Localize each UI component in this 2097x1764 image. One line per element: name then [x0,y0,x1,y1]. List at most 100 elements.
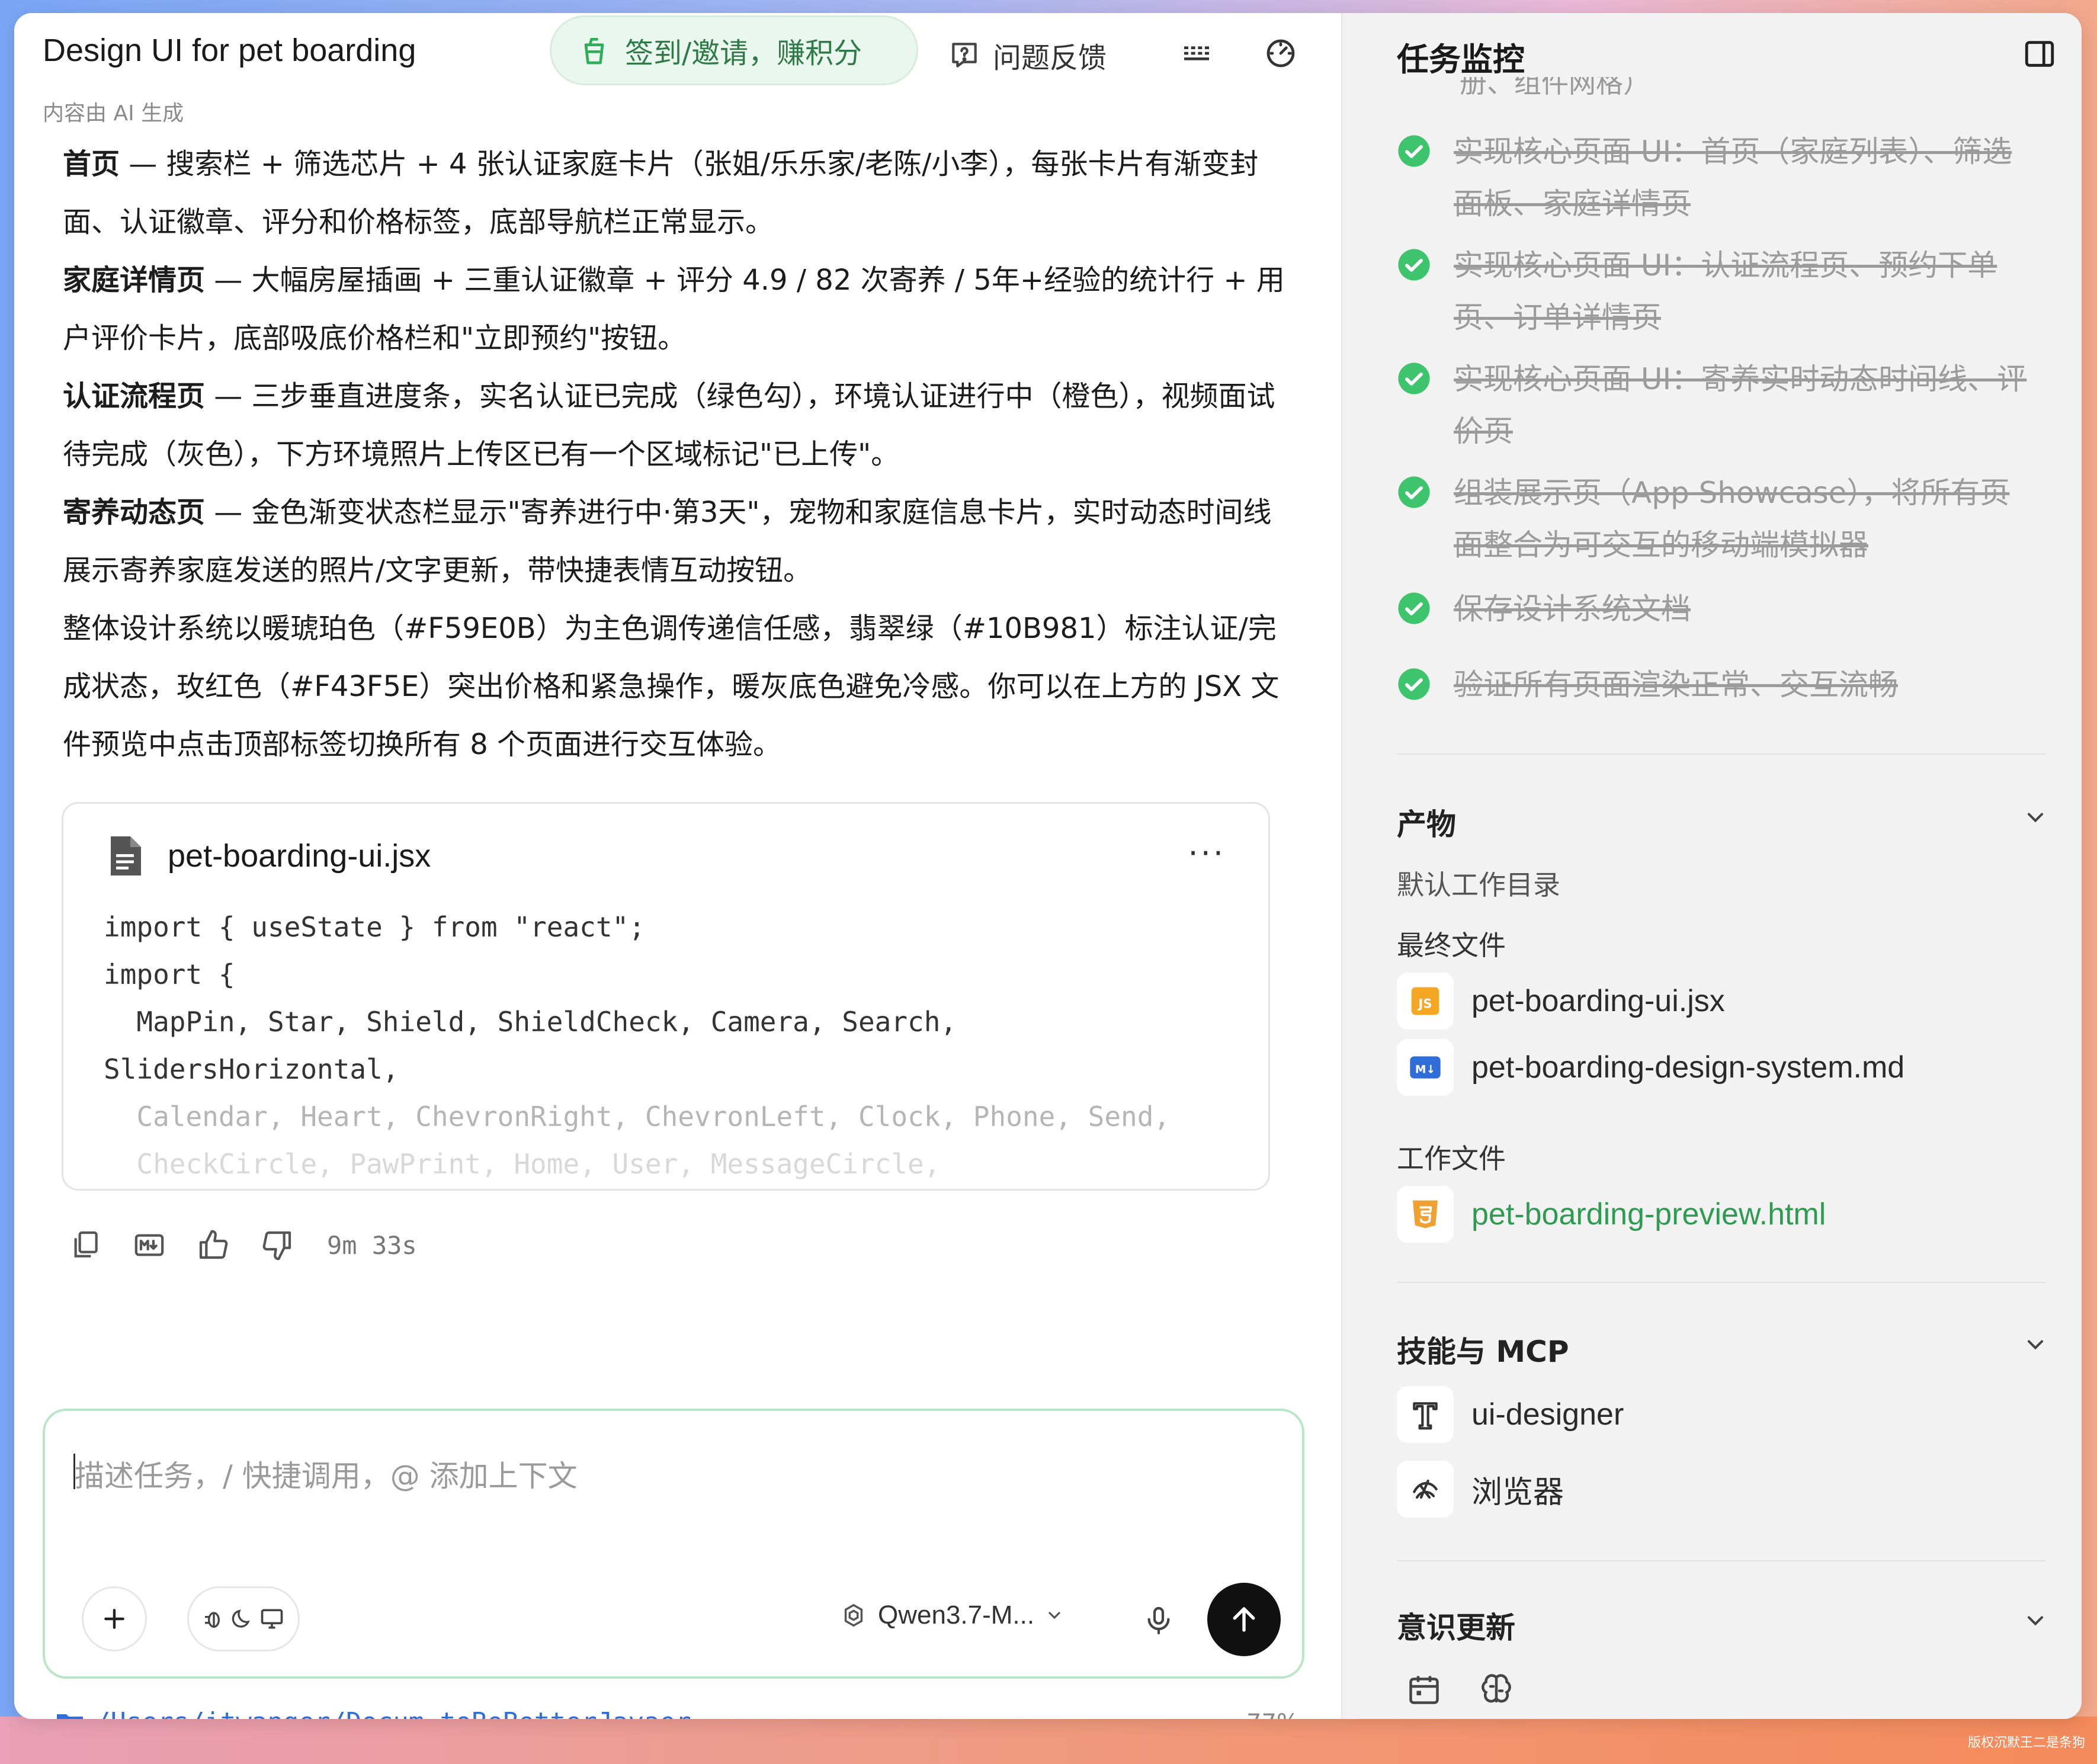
file-card-name: pet-boarding-ui.jsx [168,838,431,874]
assistant-message: 首页 — 搜索栏 + 筛选芯片 + 4 张认证家庭卡片（张姐/乐乐家/老陈/小李… [63,135,1295,774]
code-preview: import { useState } from "react"; import … [104,903,1245,1188]
panel-toggle-icon[interactable] [2022,37,2057,71]
file-name: pet-boarding-design-system.md [1471,1050,1905,1085]
model-selector[interactable]: Qwen3.7-M... [840,1601,1064,1630]
task-item: 实现核心页面 UI：寄养实时动态时间线、评价页 [1397,353,2034,457]
svg-text:M↓: M↓ [1415,1063,1435,1076]
desktop-background [0,1717,2097,1764]
code-line: SlidersHorizontal, [104,1053,399,1085]
feedback-button[interactable]: 问题反馈 [948,34,1107,76]
browser-icon [1413,1479,1438,1499]
chevron-down-icon[interactable] [2022,1608,2048,1634]
chevron-down-icon [1048,1612,1060,1619]
file-icon-box: JS [1397,973,1454,1029]
send-button[interactable] [1207,1583,1281,1656]
thumbs-down-icon[interactable] [261,1229,294,1262]
skill-name: 浏览器 [1471,1475,1564,1510]
paragraph-heading: 首页 [63,147,120,181]
task-item: 验证所有页面渲染正常、交互流畅 [1397,659,2034,711]
message-paragraph: 整体设计系统以暖琥珀色（#F59E0B）为主色调传递信任感，翡翠绿（#10B98… [63,599,1295,774]
task-item-partial: 册、组件网格） [1460,77,1650,95]
monitor-icon [261,1609,283,1629]
task-item: 实现核心页面 UI：首页（家庭列表）、筛选面板、家庭详情页 [1397,126,2034,230]
skill-icon-box [1397,1386,1454,1443]
message-paragraph: 寄养动态页 — 金色渐变状态栏显示"寄养进行中·第3天"，宠物和家庭信息卡片，实… [63,483,1295,599]
microphone-icon[interactable] [1142,1603,1175,1638]
feedback-label: 问题反馈 [993,41,1107,75]
file-preview-card[interactable]: pet-boarding-ui.jsx ··· import { useStat… [62,802,1270,1191]
code-line: import { useState } from "react"; [104,911,645,943]
skills-section-title[interactable]: 技能与 MCP [1397,1328,1569,1371]
workspace-path[interactable]: /Users/itwanger/Docum…toBeBetterJavaer [56,1707,691,1719]
bug-icon [205,1612,220,1628]
calendar-icon[interactable] [1406,1672,1442,1707]
copy-icon[interactable] [69,1229,102,1262]
more-options-button[interactable]: ··· [1188,835,1226,872]
file-icon-box [1397,1186,1454,1243]
message-actions: 9m 33s [69,1229,417,1262]
message-paragraph: 认证流程页 — 三步垂直进度条，实名认证已完成（绿色勾），环境认证进行中（橙色）… [63,367,1295,483]
markdown-icon[interactable] [133,1229,166,1262]
artifacts-section-title[interactable]: 产物 [1397,801,1456,843]
skill-item-browser[interactable]: 浏览器 [1397,1461,1564,1518]
paragraph-heading: 寄养动态页 [63,496,206,529]
app-window: Design UI for pet boarding 签到/邀请，赚积分 问题反… [14,13,2082,1719]
markdown-file-icon: M↓ [1410,1056,1441,1079]
message-paragraph: 家庭详情页 — 大幅房屋插画 + 三重认证徽章 + 评分 4.9 / 82 次寄… [63,251,1295,367]
moon-icon [232,1609,250,1628]
file-name: pet-boarding-preview.html [1471,1197,1826,1231]
keyboard-icon[interactable] [1180,37,1213,70]
divider [1397,753,2046,755]
model-name: Qwen3.7-M... [878,1601,1035,1630]
task-text: 实现核心页面 UI：首页（家庭列表）、筛选面板、家庭详情页 [1454,134,2012,221]
paragraph-text: — 金色渐变状态栏显示"寄养进行中·第3天"，宠物和家庭信息卡片，实时动态时间线… [63,496,1272,587]
check-circle-icon [1398,476,1430,508]
skill-icon-box [1397,1461,1454,1518]
final-files-label: 最终文件 [1397,929,1506,961]
add-attachment-button[interactable] [82,1586,147,1651]
conversation-title[interactable]: Design UI for pet boarding [43,32,416,69]
paragraph-heading: 家庭详情页 [63,264,206,297]
brain-icon[interactable] [1479,1672,1514,1707]
file-item-jsx[interactable]: JS pet-boarding-ui.jsx [1397,973,1725,1029]
paragraph-text: — 三步垂直进度条，实名认证已完成（绿色勾），环境认证进行中（橙色），视频面试待… [63,380,1275,471]
feedback-icon [952,43,977,68]
panel-title: 任务监控 [1397,41,1525,78]
task-text: 组装展示页（App Showcase），将所有页面整合为可交互的移动端模拟器 [1454,476,2010,562]
checkin-invite-button[interactable]: 签到/邀请，赚积分 [550,15,918,85]
task-item: 实现核心页面 UI：认证流程页、预约下单页、订单详情页 [1397,239,2034,344]
model-icon [844,1603,863,1627]
html5-file-icon [1413,1200,1438,1229]
paragraph-text: — 搜索栏 + 筛选芯片 + 4 张认证家庭卡片（张姐/乐乐家/老陈/小李），每… [63,147,1259,239]
composer: 描述任务，/ 快捷调用，@ 添加上下文 Qwen3.7-M... [43,1409,1304,1679]
skill-item-ui-designer[interactable]: ui-designer [1397,1386,1624,1443]
task-text: 保存设计系统文档 [1454,592,1691,626]
check-circle-icon [1398,249,1430,281]
chevron-down-icon[interactable] [2022,1332,2048,1358]
cup-icon [584,37,604,65]
paragraph-heading: 认证流程页 [63,380,206,413]
check-circle-icon [1398,592,1430,624]
gauge-icon[interactable] [1264,37,1297,70]
thumbs-up-icon[interactable] [197,1229,230,1262]
code-line: MapPin, Star, Shield, ShieldCheck, Camer… [104,1006,957,1038]
svg-text:JS: JS [1418,997,1432,1011]
task-item: 保存设计系统文档 [1397,583,2034,635]
code-line: Calendar, Heart, ChevronRight, ChevronLe… [104,1101,1171,1133]
check-circle-icon [1398,135,1430,167]
default-directory-label[interactable]: 默认工作目录 [1397,864,1560,903]
file-item-md[interactable]: M↓ pet-boarding-design-system.md [1397,1039,1904,1096]
plus-icon [104,1609,124,1629]
workspace-path-text: /Users/itwanger/Docum…toBeBetterJavaer [95,1707,691,1719]
context-usage: 77% [1246,1710,1299,1719]
document-icon [111,836,141,875]
awareness-section-title[interactable]: 意识更新 [1397,1604,1515,1647]
composer-input[interactable]: 描述任务，/ 快捷调用，@ 添加上下文 [75,1452,578,1495]
task-monitor-panel: 任务监控 册、组件网格） 实现核心页面 UI：首页（家庭列表）、筛选面板、家庭详… [1341,13,2082,1719]
chevron-down-icon[interactable] [2022,804,2048,830]
file-icon-box: M↓ [1397,1039,1454,1096]
tools-toggle[interactable] [187,1586,300,1651]
file-item-html[interactable]: pet-boarding-preview.html [1397,1186,1826,1243]
checkin-label: 签到/邀请，赚积分 [625,37,862,70]
check-circle-icon [1398,363,1430,395]
